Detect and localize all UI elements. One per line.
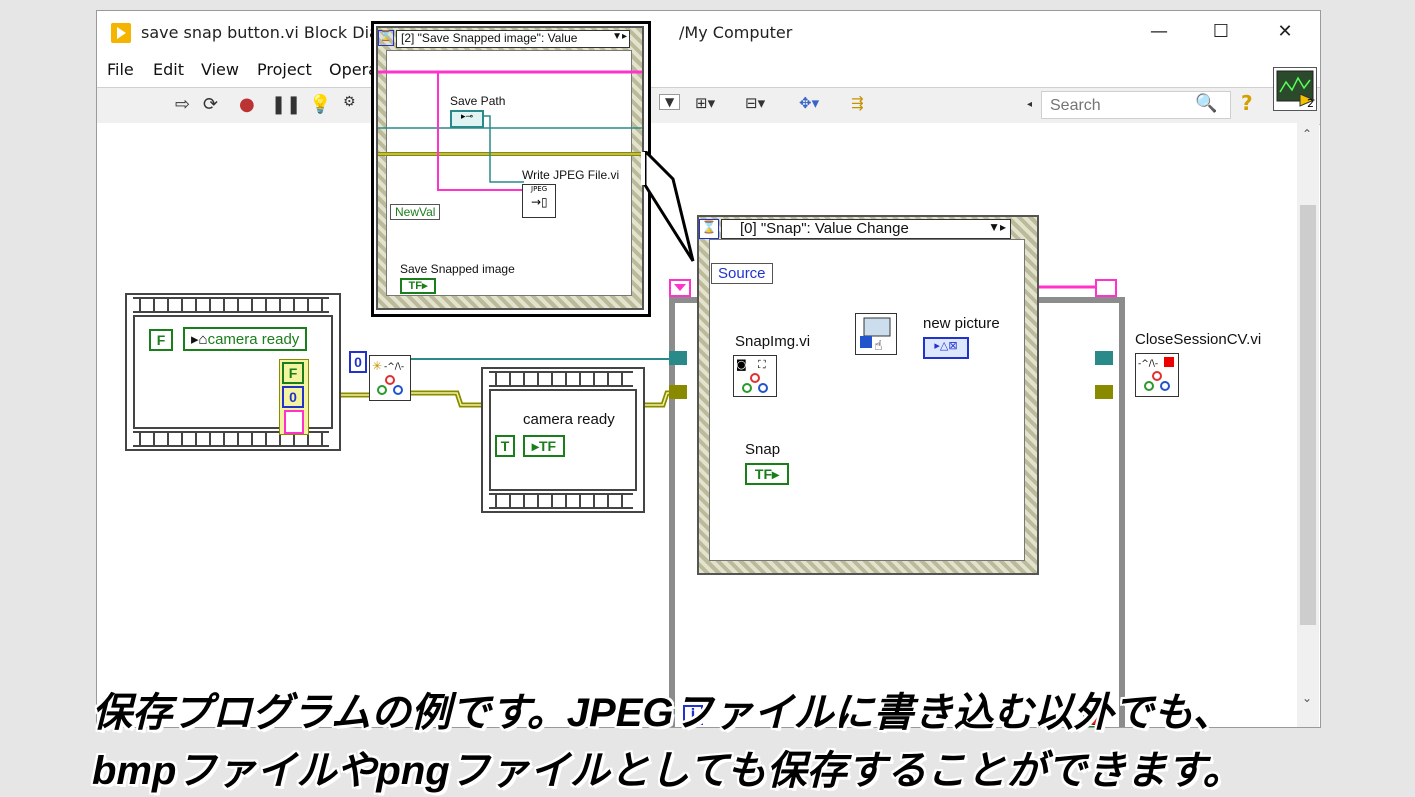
maximize-button[interactable]: ☐ [1201, 17, 1241, 47]
retain-wire-values-icon[interactable]: ⚙ [343, 94, 356, 110]
close-button[interactable]: ✕ [1265, 17, 1305, 47]
minimize-button[interactable]: — [1139, 17, 1179, 47]
camera-ready-indicator[interactable]: ▸TF [523, 435, 565, 457]
snap-button-terminal[interactable]: TF▸ [745, 463, 789, 485]
menu-project[interactable]: Project [257, 60, 312, 79]
callout-pointer [641, 151, 695, 262]
new-picture-indicator[interactable]: ▸△⊠ [923, 337, 969, 359]
reorder-icon[interactable]: ✥▾ [799, 94, 819, 112]
scroll-thumb[interactable] [1300, 205, 1316, 625]
svg-text:◙: ◙ [736, 358, 747, 371]
snapimg-node[interactable]: ◙ ⛶ [733, 355, 777, 397]
save-snapped-label: Save Snapped image [400, 262, 515, 276]
run-continuously-icon[interactable]: ⟳ [203, 94, 218, 115]
camera-ready-local-variable[interactable]: ▸⌂camera ready [183, 327, 308, 351]
caption-line-2: bmpファイルやpngファイルとしても保存することができます。 [92, 749, 1243, 793]
title-bar: save snap button.vi Block Diag/My Comput… [97, 11, 1320, 55]
connector-pane-icon[interactable]: 2 [1273, 67, 1317, 111]
left-sequence-frame[interactable]: F ▸⌂camera ready F 0 [125, 293, 341, 451]
picture-tunnel-right [1095, 279, 1117, 297]
svg-text:✳: ✳ [372, 359, 382, 373]
align-objects-icon[interactable]: ⊞▾ [695, 94, 715, 112]
error-tunnel-left [669, 385, 687, 399]
new-picture-label: new picture [923, 315, 1000, 332]
svg-text:-^/\-: -^/\- [384, 362, 404, 372]
labview-app-icon [111, 23, 131, 43]
write-jpeg-label: Write JPEG File.vi [522, 168, 620, 182]
block-diagram-window: save snap button.vi Block Diag/My Comput… [96, 10, 1321, 728]
refnum-tunnel-right [1095, 351, 1113, 365]
camera-ready-label: camera ready [523, 411, 615, 428]
open-camera-node[interactable]: ✳ -^/\- [369, 355, 411, 401]
caption-line-1: 保存プログラムの例です。JPEGファイルに書き込む以外でも、 [92, 691, 1233, 735]
font-dropdown-arrow-icon[interactable]: ▼ [659, 94, 681, 110]
save-path-control[interactable]: ▸⊸ [450, 110, 484, 128]
run-arrow-icon[interactable]: ⇨ [175, 94, 190, 115]
error-tunnel-right [1095, 385, 1113, 399]
menu-view[interactable]: View [201, 60, 239, 79]
svg-text:-^/\-: -^/\- [1138, 359, 1158, 369]
newval-node[interactable]: NewVal [390, 204, 441, 220]
event-data-source-node[interactable]: Source [711, 263, 773, 284]
menu-file[interactable]: File [107, 60, 134, 79]
event-case-selector[interactable]: [0] "Snap": Value Change ▼▸ [721, 219, 1011, 239]
zoomed-event-case-popup[interactable]: ⌛ [2] "Save Snapped image": Value ▼▸ Save… [371, 21, 651, 317]
numeric-constant[interactable]: 0 [349, 351, 367, 373]
save-path-label: Save Path [450, 94, 506, 108]
scroll-up-icon[interactable]: ⌃ [1302, 127, 1312, 141]
caption-overlay: 保存プログラムの例です。JPEGファイルに書き込む以外でも、 bmpファイルやp… [0, 676, 1415, 797]
middle-sequence-frame[interactable]: camera ready T ▸TF [481, 367, 645, 513]
search-input[interactable] [1048, 96, 1192, 116]
svg-text:☝: ☝ [874, 338, 883, 354]
pause-icon[interactable]: ❚❚ [271, 94, 301, 115]
cleanup-diagram-icon[interactable]: ⇶ [851, 94, 864, 112]
write-jpeg-node[interactable]: JPEG →▯ [522, 184, 556, 218]
save-snapped-terminal[interactable]: TF▸ [400, 278, 436, 294]
true-constant[interactable]: T [495, 435, 515, 457]
picture-tunnel-left [669, 279, 691, 297]
snap-button-label: Snap [745, 441, 781, 458]
connector-pane-number: 2 [1307, 97, 1314, 110]
snapimg-label: SnapImg.vi [735, 333, 811, 350]
search-icon[interactable]: 🔍 [1195, 93, 1217, 114]
help-icon[interactable]: ? [1241, 91, 1253, 115]
error-cluster-constant[interactable]: F 0 [279, 359, 309, 435]
close-session-node[interactable]: -^/\- [1135, 353, 1179, 397]
close-session-label: CloseSessionCV.vi [1135, 331, 1262, 348]
vertical-scrollbar[interactable]: ⌃ ⌄ [1297, 123, 1319, 727]
menu-bar: File Edit View Project Opera [97, 57, 1320, 83]
refnum-tunnel-left [669, 351, 687, 365]
search-expand-icon[interactable]: ◂ [1027, 99, 1032, 110]
event-structure[interactable]: ⌛ [0] "Snap": Value Change ▼▸ Source Snap… [697, 215, 1039, 575]
false-constant[interactable]: F [149, 329, 173, 351]
highlight-execution-icon[interactable]: 💡 [309, 94, 331, 115]
abort-icon[interactable]: ● [239, 94, 255, 115]
distribute-objects-icon[interactable]: ⊟▾ [745, 94, 765, 112]
draw-picture-icon[interactable]: ☝ [855, 313, 897, 355]
menu-edit[interactable]: Edit [153, 60, 184, 79]
svg-text:⛶: ⛶ [758, 358, 766, 371]
